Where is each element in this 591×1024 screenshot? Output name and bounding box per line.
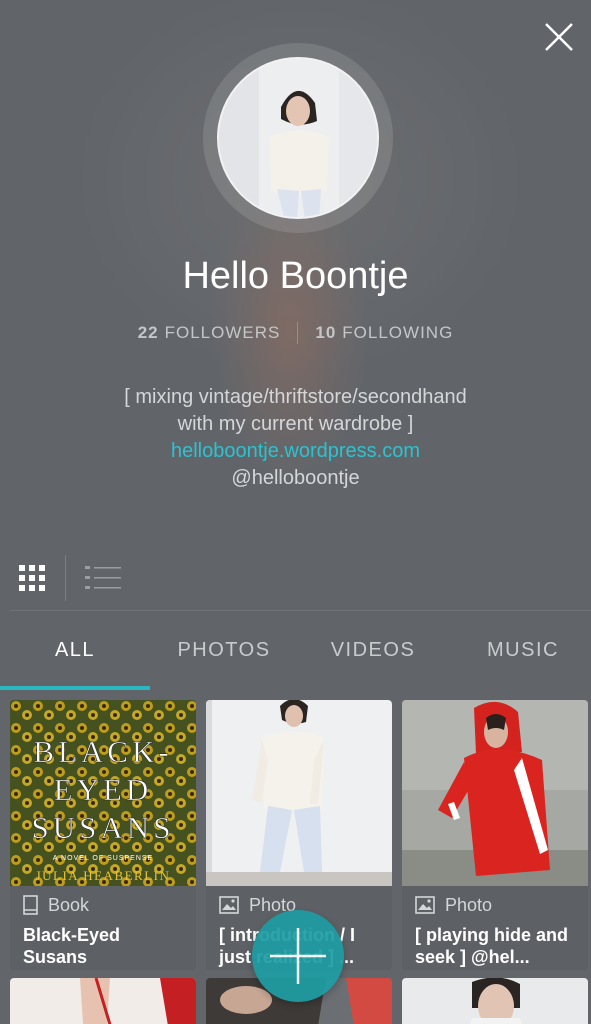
book-cover-subtitle: A NOVEL OF SUSPENSE	[53, 855, 153, 862]
section-divider	[10, 610, 591, 611]
view-toggle	[0, 555, 591, 611]
image-icon	[415, 896, 435, 914]
followers-stat[interactable]: 22 FOLLOWERS	[138, 323, 281, 343]
content-card-partial[interactable]	[402, 978, 588, 1024]
book-cover-title-1: BLACK-	[33, 734, 172, 769]
card-meta: Book Black-Eyed Susans	[10, 886, 196, 970]
profile-name: Hello Boontje	[182, 255, 409, 297]
content-card-partial[interactable]	[10, 978, 196, 1024]
book-cover-title-2: EYED	[54, 772, 153, 807]
profile-bio: [ mixing vintage/thriftstore/secondhand …	[0, 384, 591, 492]
website-link[interactable]: helloboontje.wordpress.com	[0, 438, 591, 465]
card-title: [ playing hide and seek ] @hel...	[415, 925, 569, 967]
following-label: FOLLOWING	[342, 323, 454, 342]
stats-divider	[297, 322, 299, 344]
plus-icon	[270, 928, 326, 984]
card-type: Photo	[415, 894, 575, 916]
following-count: 10	[315, 323, 337, 342]
tab-music[interactable]: MUSIC	[448, 626, 591, 674]
tab-all[interactable]: ALL	[0, 626, 150, 674]
followers-count: 22	[137, 323, 159, 342]
avatar-photo	[219, 59, 377, 217]
profile-stats: 22 FOLLOWERS 10 FOLLOWING	[0, 322, 591, 344]
image-icon	[219, 896, 239, 914]
card-type: Book	[23, 894, 183, 916]
bio-line-2: with my current wardrobe ]	[177, 413, 414, 435]
card-meta: Photo [ playing hide and seek ] @hel...	[402, 886, 588, 970]
followers-label: FOLLOWERS	[164, 323, 281, 342]
toggle-divider	[65, 555, 66, 601]
tab-videos[interactable]: VIDEOS	[298, 626, 448, 674]
book-icon	[23, 895, 38, 915]
card-type-label: Photo	[445, 894, 493, 915]
book-cover-title-3: SUSANS	[32, 810, 175, 845]
content-tabs: ALL PHOTOS VIDEOS MUSIC	[0, 626, 591, 690]
content-card-photo[interactable]: Photo [ playing hide and seek ] @hel...	[402, 700, 588, 970]
grid-view-button[interactable]	[18, 564, 46, 592]
book-cover-author: JULIA HEABERLIN	[36, 868, 171, 883]
book-cover: BLACK- EYED SUSANS A NOVEL OF SUSPENSE J…	[10, 700, 196, 886]
social-handle: @helloboontje	[231, 467, 360, 489]
bio-line-1: [ mixing vintage/thriftstore/secondhand	[124, 386, 467, 408]
list-icon	[85, 566, 121, 589]
close-button[interactable]	[540, 18, 578, 56]
active-tab-indicator	[0, 686, 150, 690]
card-type-label: Book	[48, 894, 90, 915]
card-photo	[402, 700, 588, 886]
avatar[interactable]	[217, 57, 379, 219]
card-photo	[206, 700, 392, 886]
content-card-book[interactable]: BLACK- EYED SUSANS A NOVEL OF SUSPENSE J…	[10, 700, 196, 970]
close-icon	[545, 23, 573, 51]
add-content-button[interactable]	[252, 910, 344, 1002]
card-title: Black-Eyed Susans	[23, 925, 121, 967]
grid-icon	[19, 565, 45, 591]
following-stat[interactable]: 10 FOLLOWING	[315, 323, 453, 343]
list-view-button[interactable]	[85, 564, 121, 592]
tab-photos[interactable]: PHOTOS	[149, 626, 299, 674]
